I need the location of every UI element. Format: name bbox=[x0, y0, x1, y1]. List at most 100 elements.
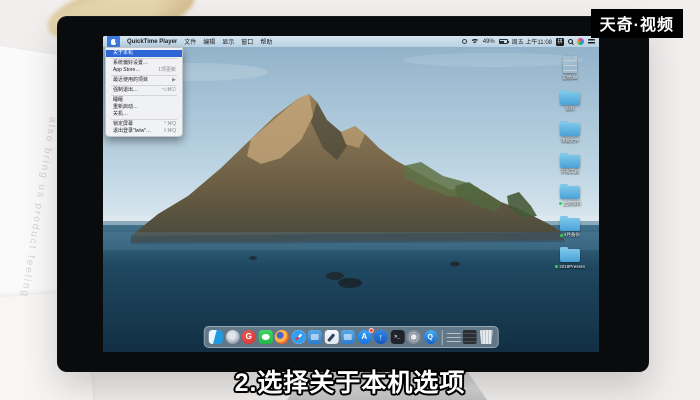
menu-window[interactable]: 窗口 bbox=[241, 37, 253, 46]
menu-item-label: 关机… bbox=[113, 112, 128, 117]
menu-item-label: 退出登录“lwtw”… bbox=[113, 129, 151, 134]
menu-separator bbox=[111, 58, 177, 59]
menu-separator bbox=[111, 75, 177, 76]
submenu-arrow-icon: ▶ bbox=[172, 78, 176, 83]
menu-item-sleep[interactable]: 睡眠 bbox=[106, 97, 182, 104]
files-stack-icon[interactable] bbox=[463, 330, 477, 344]
menu-separator bbox=[111, 119, 177, 120]
apple-dropdown-menu: 关于本机 系统偏好设置… App Store… 1项更新 最近使用的项目 ▶ 强… bbox=[105, 47, 183, 137]
spotlight-icon[interactable] bbox=[568, 39, 573, 44]
quicktime-icon[interactable]: Q bbox=[423, 330, 437, 344]
icon-label: 上架资料 bbox=[559, 201, 581, 207]
icon-label: 4月备份 bbox=[560, 232, 580, 238]
folder-icon bbox=[560, 249, 580, 262]
menu-edit[interactable]: 编辑 bbox=[203, 37, 215, 46]
menu-item-recent-items[interactable]: 最近使用的项目 ▶ bbox=[106, 77, 182, 84]
photo-stage: also bring us product feeling bbox=[0, 0, 700, 400]
desktop-folder-icon[interactable]: 项目文件 bbox=[560, 123, 580, 144]
documents-stack-icon[interactable] bbox=[446, 330, 460, 344]
desktop-folder-icon[interactable]: 2018Present bbox=[555, 249, 585, 269]
safari-icon[interactable] bbox=[291, 330, 305, 344]
menu-item-log-out[interactable]: 退出登录“lwtw”… ⇧⌘Q bbox=[106, 128, 182, 135]
menu-item-app-store[interactable]: App Store… 1项更新 bbox=[106, 67, 182, 74]
tutorial-caption: 2.选择关于本机选项 bbox=[0, 363, 700, 399]
dock-separator bbox=[441, 330, 442, 345]
app-store-icon[interactable]: A bbox=[357, 330, 371, 344]
battery-icon[interactable] bbox=[499, 39, 508, 44]
menu-item-lock-screen[interactable]: 锁定屏幕 ⌃⌘Q bbox=[106, 121, 182, 128]
battery-percent: 49% bbox=[483, 39, 495, 45]
firefox-icon[interactable] bbox=[275, 330, 289, 344]
green-tag-dot bbox=[555, 265, 558, 268]
watermark-badge: 天奇·视频 bbox=[591, 9, 683, 38]
folder-icon bbox=[560, 218, 580, 231]
clock-text[interactable]: 周五 上午11:08 bbox=[512, 37, 552, 46]
siri-icon[interactable] bbox=[577, 38, 584, 45]
menu-help[interactable]: 帮助 bbox=[260, 37, 272, 46]
icon-label: 开发工具 bbox=[561, 169, 579, 175]
blue-app-icon[interactable] bbox=[308, 330, 322, 344]
desktop-folder-icon[interactable]: 上架资料 bbox=[559, 186, 581, 207]
menu-item-shut-down[interactable]: 关机… bbox=[106, 111, 182, 118]
red-g-app-icon[interactable]: G bbox=[242, 330, 256, 344]
icon-label: 项目文件 bbox=[561, 138, 579, 144]
menu-item-system-preferences[interactable]: 系统偏好设置… bbox=[106, 60, 182, 67]
desktop-folder-icon[interactable]: 开发工具 bbox=[560, 155, 580, 176]
menu-item-label: 关于本机 bbox=[113, 51, 133, 56]
system-preferences-icon[interactable] bbox=[407, 330, 421, 344]
notification-center-icon[interactable] bbox=[588, 39, 595, 44]
menu-item-force-quit[interactable]: 强制退出… ⌥⌘⎋ bbox=[106, 87, 182, 94]
menu-view[interactable]: 显示 bbox=[222, 37, 234, 46]
folder-icon bbox=[560, 92, 580, 105]
wifi-icon[interactable] bbox=[471, 39, 479, 45]
menu-separator bbox=[111, 85, 177, 86]
green-tag-dot bbox=[559, 202, 562, 205]
desktop-folder-icon[interactable]: 资料 bbox=[560, 92, 580, 113]
folder-icon bbox=[560, 123, 580, 136]
menu-item-label: 强制退出… bbox=[113, 88, 138, 93]
icon-label: 2018Present bbox=[555, 264, 585, 269]
document-icon bbox=[563, 56, 577, 73]
apple-menu-button[interactable] bbox=[107, 36, 120, 47]
dock: G A ↑ >_ Q bbox=[204, 326, 499, 348]
terminal-icon[interactable]: >_ bbox=[390, 330, 404, 344]
menu-item-label: 最近使用的项目 bbox=[113, 78, 148, 83]
green-tag-dot bbox=[560, 234, 563, 237]
menu-item-label: 重新启动… bbox=[113, 105, 138, 110]
blue-files-app-icon[interactable] bbox=[341, 330, 355, 344]
trash-icon[interactable] bbox=[479, 330, 493, 344]
icon-label: 资料 bbox=[566, 106, 575, 112]
menu-bar: QuickTime Player 文件 编辑 显示 窗口 帮助 49% 周五 上… bbox=[103, 36, 599, 47]
desktop-icon-column: 说明.txt 资料 项目文件 开发工具 上架资料 bbox=[547, 56, 593, 269]
input-method-icon[interactable]: 拼 bbox=[556, 38, 564, 46]
menu-item-detail: 1项更新 bbox=[158, 68, 176, 73]
menu-item-label: 锁定屏幕 bbox=[113, 122, 133, 127]
menu-item-label: 睡眠 bbox=[113, 98, 123, 103]
menu-separator bbox=[111, 95, 177, 96]
status-icon[interactable] bbox=[462, 39, 467, 44]
menu-file[interactable]: 文件 bbox=[184, 37, 196, 46]
xcode-icon[interactable] bbox=[324, 330, 338, 344]
menu-item-about-this-mac[interactable]: 关于本机 bbox=[106, 50, 182, 57]
macos-screen: QuickTime Player 文件 编辑 显示 窗口 帮助 49% 周五 上… bbox=[103, 36, 599, 352]
netdisk-icon[interactable]: ↑ bbox=[374, 330, 388, 344]
icon-label: 说明.txt bbox=[562, 75, 577, 81]
menu-item-label: 系统偏好设置… bbox=[113, 61, 148, 66]
menu-item-restart[interactable]: 重新启动… bbox=[106, 104, 182, 111]
notification-badge bbox=[368, 328, 373, 333]
folder-icon bbox=[560, 155, 580, 168]
desktop-folder-icon[interactable]: 4月备份 bbox=[560, 218, 580, 239]
desktop-file-icon[interactable]: 说明.txt bbox=[562, 56, 577, 81]
menu-item-shortcut: ⇧⌘Q bbox=[163, 129, 176, 134]
menu-item-shortcut: ⌥⌘⎋ bbox=[161, 88, 176, 93]
apple-logo-icon bbox=[111, 39, 116, 45]
launchpad-icon[interactable] bbox=[225, 330, 239, 344]
menubar-status-area: 49% 周五 上午11:08 拼 bbox=[462, 37, 595, 46]
monitor: QuickTime Player 文件 编辑 显示 窗口 帮助 49% 周五 上… bbox=[57, 16, 649, 372]
wechat-icon[interactable] bbox=[258, 330, 272, 344]
menu-item-shortcut: ⌃⌘Q bbox=[163, 122, 176, 127]
finder-icon[interactable] bbox=[209, 330, 223, 344]
menubar-app-name[interactable]: QuickTime Player bbox=[127, 39, 177, 45]
menu-item-label: App Store… bbox=[113, 68, 140, 73]
folder-icon bbox=[560, 186, 580, 199]
